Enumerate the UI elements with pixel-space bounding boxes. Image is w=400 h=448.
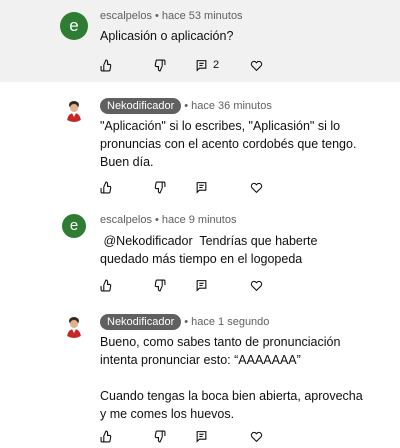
reply-count: 2 bbox=[213, 59, 220, 71]
like-button[interactable] bbox=[100, 57, 113, 73]
comment-meta: Nekodificador • hace 1 segundo bbox=[100, 314, 269, 330]
dislike-button[interactable] bbox=[153, 57, 166, 73]
thumbs-down-icon bbox=[154, 181, 166, 193]
dislike-button[interactable] bbox=[153, 179, 166, 195]
reply-button[interactable] bbox=[195, 179, 208, 195]
comment-icon bbox=[196, 430, 207, 443]
thumbs-down-icon bbox=[154, 430, 166, 442]
thumbs-up-icon bbox=[100, 430, 112, 442]
author-name[interactable]: escalpelos bbox=[100, 10, 152, 22]
comment-meta: escalpelos • hace 9 minutos bbox=[100, 214, 237, 226]
comment-icon bbox=[196, 279, 207, 292]
thumbs-up-icon bbox=[100, 181, 112, 193]
comment-meta: Nekodificador • hace 36 minutos bbox=[100, 98, 272, 114]
comment-item: Nekodificador • hace 36 minutos "Aplicació… bbox=[0, 92, 400, 204]
comment-time: hace 53 minutos bbox=[161, 10, 243, 22]
like-button[interactable] bbox=[100, 277, 113, 293]
heart-icon bbox=[250, 431, 263, 442]
avatar[interactable]: e bbox=[60, 12, 88, 40]
heart-button[interactable] bbox=[250, 428, 263, 444]
comment-actions bbox=[100, 277, 360, 293]
profile-photo-icon bbox=[62, 314, 86, 338]
comment-icon bbox=[196, 181, 207, 194]
like-button[interactable] bbox=[100, 428, 113, 444]
comment-text: "Aplicación" si lo escribes, "Aplicasión… bbox=[100, 119, 360, 169]
comment-item: e escalpelos • hace 9 minutos @Nekodificad… bbox=[0, 209, 400, 301]
comment-actions bbox=[100, 179, 360, 195]
comment-text: Bueno, como sabes tanto de pronunciación… bbox=[100, 335, 363, 421]
avatar[interactable] bbox=[62, 314, 86, 338]
heart-icon bbox=[250, 60, 263, 71]
thumbs-up-icon bbox=[100, 59, 112, 71]
comment-actions: 2 bbox=[100, 57, 360, 73]
heart-button[interactable] bbox=[250, 277, 263, 293]
author-name[interactable]: escalpelos bbox=[100, 214, 152, 226]
profile-photo-icon bbox=[62, 98, 86, 122]
reply-button[interactable] bbox=[195, 277, 208, 293]
reply-button[interactable]: 2 bbox=[195, 57, 219, 73]
heart-button[interactable] bbox=[250, 57, 263, 73]
thumbs-down-icon bbox=[154, 59, 166, 71]
thumbs-up-icon bbox=[100, 279, 112, 291]
heart-button[interactable] bbox=[250, 179, 263, 195]
comment-text: @Nekodificador Tendrías que haberte qued… bbox=[100, 234, 321, 266]
comment-time: hace 1 segundo bbox=[191, 316, 270, 328]
comment-item: e escalpelos • hace 53 minutos Aplicasión … bbox=[0, 0, 400, 82]
comment-actions bbox=[100, 428, 360, 444]
avatar[interactable] bbox=[62, 98, 86, 122]
dislike-button[interactable] bbox=[153, 428, 166, 444]
dislike-button[interactable] bbox=[153, 277, 166, 293]
author-badge[interactable]: Nekodificador bbox=[100, 98, 182, 114]
comment-text: Aplicasión o aplicación? bbox=[100, 29, 234, 43]
comment-item: Nekodificador • hace 1 segundo Bueno, como… bbox=[0, 309, 400, 448]
comment-time: hace 9 minutos bbox=[161, 214, 237, 226]
like-button[interactable] bbox=[100, 179, 113, 195]
heart-icon bbox=[250, 182, 263, 193]
comment-time: hace 36 minutos bbox=[191, 100, 272, 112]
avatar[interactable]: e bbox=[62, 214, 86, 238]
heart-icon bbox=[250, 280, 263, 291]
reply-button[interactable] bbox=[195, 428, 208, 444]
comment-icon bbox=[196, 59, 207, 72]
author-badge[interactable]: Nekodificador bbox=[100, 314, 182, 330]
comment-meta: escalpelos • hace 53 minutos bbox=[100, 10, 243, 22]
thumbs-down-icon bbox=[154, 279, 166, 291]
